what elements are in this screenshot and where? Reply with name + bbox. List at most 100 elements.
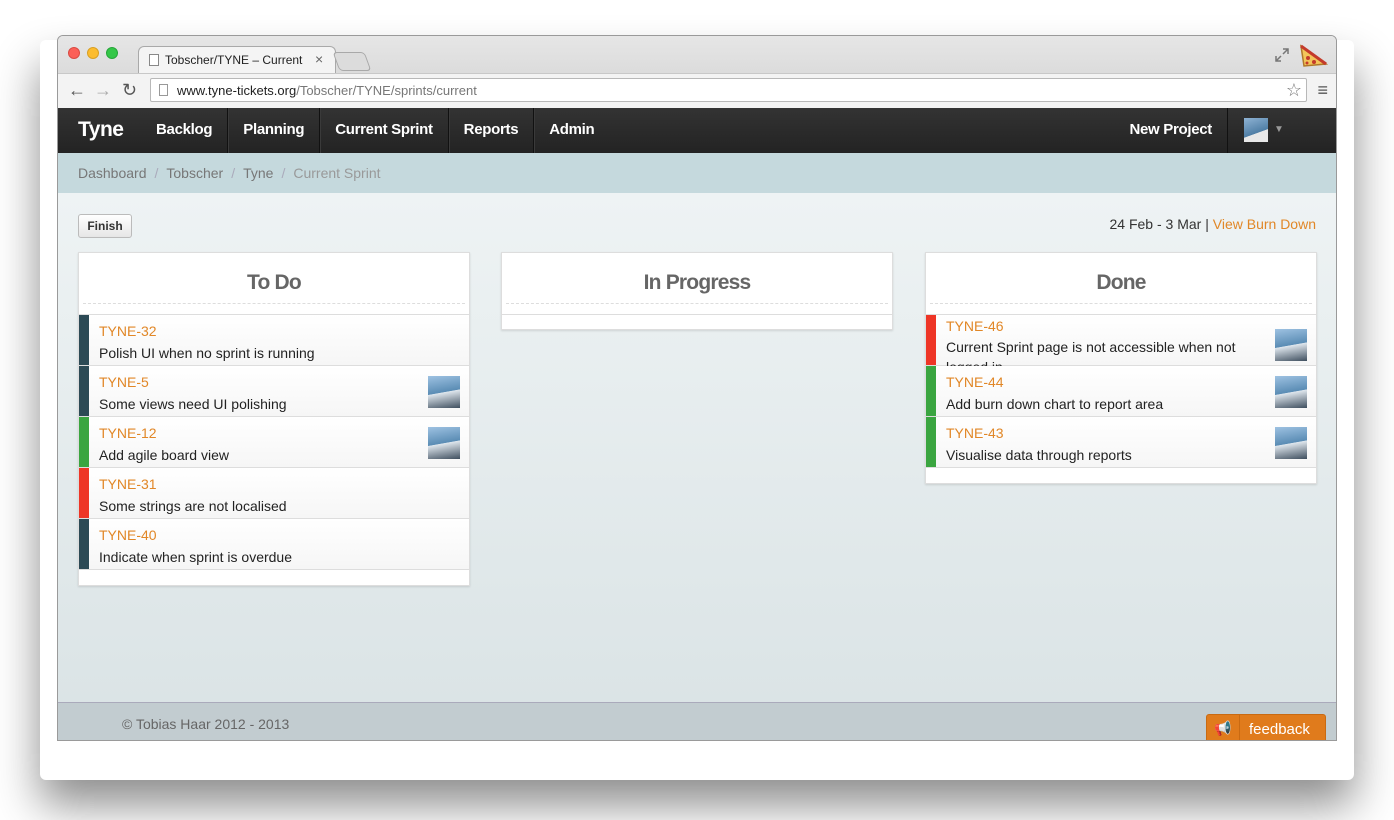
breadcrumb-separator: /: [231, 165, 236, 181]
column-todo: To Do TYNE-32 Polish UI when no sprint is…: [78, 252, 470, 586]
priority-stripe: [79, 417, 89, 467]
new-tab-button[interactable]: [332, 52, 372, 71]
url-text: www.tyne-tickets.org/Tobscher/TYNE/sprin…: [177, 83, 477, 98]
priority-stripe: [926, 315, 936, 365]
breadcrumb-dashboard[interactable]: Dashboard: [78, 165, 147, 181]
minimize-window-button[interactable]: [87, 47, 99, 59]
ticket-card[interactable]: TYNE-12 Add agile board view: [79, 417, 469, 468]
ticket-card[interactable]: TYNE-5 Some views need UI polishing: [79, 366, 469, 417]
tab-title: Tobscher/TYNE – Current: [165, 53, 303, 67]
column-cards: TYNE-32 Polish UI when no sprint is runni…: [79, 314, 469, 585]
ticket-title: Polish UI when no sprint is running: [99, 345, 315, 361]
ticket-key[interactable]: TYNE-12: [99, 425, 157, 441]
page-icon: [149, 54, 159, 66]
column-title: In Progress: [506, 253, 888, 304]
pizza-icon: [1299, 44, 1328, 67]
column-cards: TYNE-46 Current Sprint page is not access…: [926, 314, 1316, 483]
ticket-title: Add burn down chart to report area: [946, 396, 1164, 412]
caret-down-icon: ▼: [1274, 124, 1284, 135]
url-host: www.tyne-tickets.org: [177, 83, 297, 98]
breadcrumb-separator: /: [154, 165, 159, 181]
megaphone-icon: 📢: [1214, 720, 1232, 736]
reload-icon[interactable]: ↻: [122, 81, 137, 99]
ticket-card[interactable]: TYNE-46 Current Sprint page is not access…: [926, 315, 1316, 375]
copyright-text: © Tobias Haar 2012 - 2013: [122, 716, 290, 732]
ticket-key[interactable]: TYNE-43: [946, 425, 1004, 441]
nav-planning[interactable]: Planning: [228, 108, 321, 153]
column-title: Done: [930, 253, 1312, 304]
page-icon: [159, 84, 168, 96]
zoom-window-button[interactable]: [106, 47, 118, 59]
assignee-avatar: [1275, 376, 1307, 408]
window-controls: [68, 47, 118, 59]
url-path: /Tobscher/TYNE/sprints/current: [296, 83, 477, 98]
brand-logo[interactable]: Tyne: [78, 118, 124, 142]
app-navbar: Tyne Backlog Planning Current Sprint Rep…: [58, 108, 1336, 153]
ticket-title: Visualise data through reports: [946, 447, 1132, 463]
breadcrumb-bar: Dashboard / Tobscher / Tyne / Current Sp…: [58, 153, 1336, 193]
breadcrumb: Dashboard / Tobscher / Tyne / Current Sp…: [78, 165, 381, 181]
sprint-dates: 24 Feb - 3 Mar: [1109, 216, 1202, 232]
ticket-card[interactable]: TYNE-32 Polish UI when no sprint is runni…: [79, 315, 469, 366]
column-cards: [502, 314, 892, 329]
ticket-card[interactable]: TYNE-44 Add burn down chart to report are…: [926, 366, 1316, 417]
menu-icon[interactable]: ≡: [1317, 81, 1328, 99]
feedback-label: feedback: [1249, 721, 1310, 738]
ticket-title: Some views need UI polishing: [99, 396, 287, 412]
priority-stripe: [926, 366, 936, 416]
breadcrumb-current-sprint: Current Sprint: [293, 165, 381, 181]
browser-window: Tobscher/TYNE – Current × ← → ↻ www.tyne…: [57, 35, 1337, 741]
ticket-title: Indicate when sprint is overdue: [99, 549, 292, 565]
sprint-date-range: 24 Feb - 3 Mar | View Burn Down: [1110, 216, 1317, 232]
breadcrumb-separator: /: [281, 165, 286, 181]
priority-stripe: [79, 315, 89, 365]
column-in-progress: In Progress: [501, 252, 893, 330]
feedback-button[interactable]: 📢 feedback: [1206, 714, 1326, 740]
address-bar[interactable]: www.tyne-tickets.org/Tobscher/TYNE/sprin…: [150, 78, 1307, 102]
nav-admin[interactable]: Admin: [534, 108, 609, 153]
finish-sprint-button[interactable]: Finish: [78, 214, 132, 238]
new-project-link[interactable]: New Project: [1113, 108, 1228, 153]
ticket-card[interactable]: TYNE-43 Visualise data through reports: [926, 417, 1316, 468]
ticket-key[interactable]: TYNE-32: [99, 323, 157, 339]
ticket-key[interactable]: TYNE-40: [99, 527, 157, 543]
sprint-board: Finish 24 Feb - 3 Mar | View Burn Down T…: [58, 193, 1336, 702]
ticket-title: Add agile board view: [99, 447, 229, 463]
ticket-key[interactable]: TYNE-46: [946, 318, 1004, 334]
view-burn-down-link[interactable]: View Burn Down: [1213, 216, 1316, 232]
bookmark-star-icon[interactable]: ☆: [1286, 80, 1302, 101]
user-avatar: [1244, 118, 1268, 142]
main-nav: Backlog Planning Current Sprint Reports …: [141, 108, 609, 153]
window-extras: [1274, 42, 1328, 68]
priority-stripe: [926, 417, 936, 467]
forward-arrow-icon[interactable]: →: [94, 81, 112, 99]
ticket-card[interactable]: TYNE-31 Some strings are not localised: [79, 468, 469, 519]
feedback-divider: [1239, 715, 1240, 740]
back-arrow-icon[interactable]: ←: [68, 81, 86, 99]
priority-stripe: [79, 519, 89, 569]
page-footer: © Tobias Haar 2012 - 2013 📢 feedback: [58, 702, 1336, 740]
fullscreen-icon[interactable]: [1274, 47, 1290, 63]
browser-chrome: Tobscher/TYNE – Current × ← → ↻ www.tyne…: [58, 36, 1336, 109]
browser-tab[interactable]: Tobscher/TYNE – Current ×: [138, 46, 336, 73]
tab-close-icon[interactable]: ×: [315, 51, 323, 67]
user-menu[interactable]: ▼: [1228, 108, 1336, 153]
priority-stripe: [79, 366, 89, 416]
nav-current-sprint[interactable]: Current Sprint: [320, 108, 449, 153]
priority-stripe: [79, 468, 89, 518]
date-separator: |: [1205, 216, 1209, 232]
assignee-avatar: [1275, 329, 1307, 361]
close-window-button[interactable]: [68, 47, 80, 59]
ticket-key[interactable]: TYNE-5: [99, 374, 149, 390]
ticket-card[interactable]: TYNE-40 Indicate when sprint is overdue: [79, 519, 469, 570]
assignee-avatar: [428, 427, 460, 459]
breadcrumb-tobscher[interactable]: Tobscher: [166, 165, 223, 181]
browser-toolbar: ← → ↻ www.tyne-tickets.org/Tobscher/TYNE…: [58, 73, 1336, 109]
nav-right: New Project ▼: [1113, 108, 1336, 153]
nav-backlog[interactable]: Backlog: [141, 108, 229, 153]
breadcrumb-tyne[interactable]: Tyne: [243, 165, 273, 181]
ticket-key[interactable]: TYNE-44: [946, 374, 1004, 390]
ticket-key[interactable]: TYNE-31: [99, 476, 157, 492]
nav-reports[interactable]: Reports: [449, 108, 535, 153]
assignee-avatar: [1275, 427, 1307, 459]
